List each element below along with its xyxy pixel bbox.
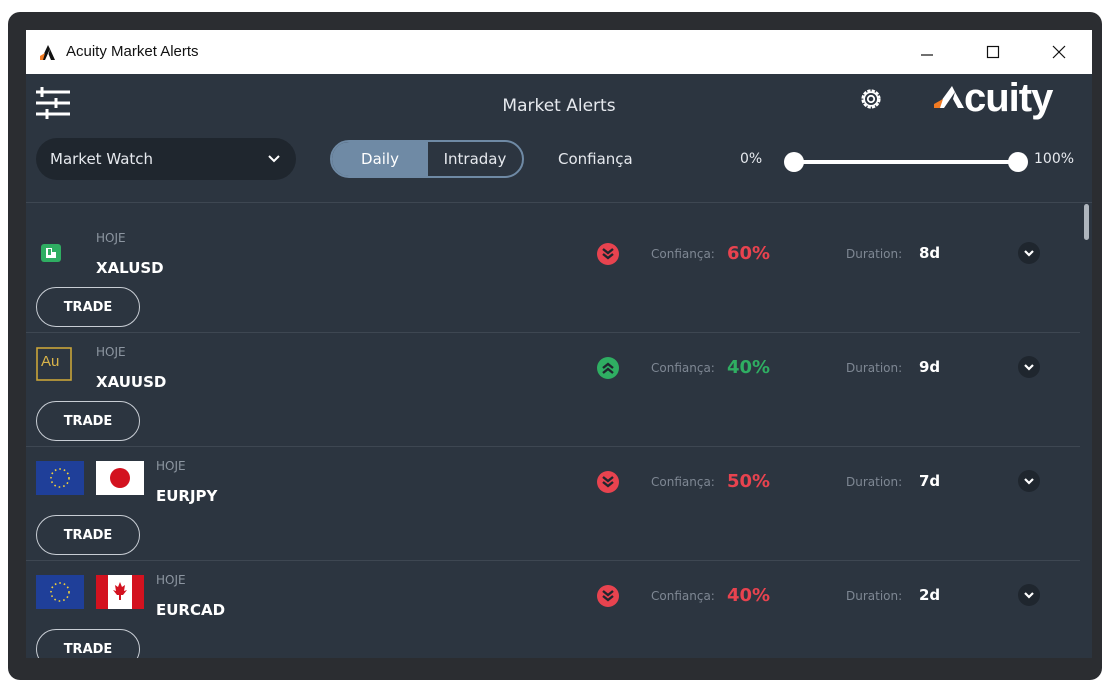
chevron-down-icon[interactable] [1018, 356, 1040, 378]
aluminium-icon [41, 244, 61, 262]
gear-icon[interactable] [858, 86, 884, 112]
alert-day: HOJE [156, 573, 186, 587]
duration-label: Duration: [846, 247, 903, 261]
maximize-button[interactable] [970, 30, 1016, 74]
duration-label: Duration: [846, 361, 903, 375]
alert-day: HOJE [96, 231, 126, 245]
chevron-down-icon [268, 155, 280, 163]
brand-wordmark: cuity [964, 76, 1053, 120]
bearish-icon [597, 585, 619, 607]
confidence-filter-label: Confiança [558, 150, 633, 168]
period-toggle: Daily Intraday [330, 140, 524, 178]
trade-button[interactable]: TRADE [36, 629, 140, 658]
bullish-icon [597, 357, 619, 379]
alert-row: HOJE EURCAD TRADE Confiança: 40% Duratio… [26, 561, 1080, 658]
tab-intraday[interactable]: Intraday [428, 142, 522, 176]
range-min-label: 0% [740, 151, 763, 167]
alert-day: HOJE [96, 345, 126, 359]
duration-value: 8d [919, 244, 941, 262]
confidence-value: 60% [727, 243, 771, 264]
alert-symbol: EURJPY [156, 487, 218, 505]
list-divider [26, 202, 1092, 203]
window-title: Acuity Market Alerts [66, 43, 199, 60]
alert-row: HOJE XALUSD TRADE Confiança: 60% Duratio… [26, 219, 1080, 333]
close-button[interactable] [1036, 30, 1082, 74]
title-bar: Acuity Market Alerts [26, 30, 1092, 74]
bearish-icon [597, 243, 619, 265]
duration-value: 7d [919, 472, 941, 490]
chevron-down-icon[interactable] [1018, 584, 1040, 606]
alert-day: HOJE [156, 459, 186, 473]
tab-daily[interactable]: Daily [332, 142, 428, 176]
confidence-label: Confiança: [651, 589, 715, 603]
ca-flag-icon [96, 575, 144, 609]
confidence-slider-track[interactable] [794, 160, 1018, 164]
eu-flag-icon [36, 461, 84, 495]
confidence-value: 40% [727, 585, 771, 606]
list-scrollbar[interactable] [1084, 204, 1089, 240]
trade-button[interactable]: TRADE [36, 515, 140, 555]
alert-row: HOJE EURJPY TRADE Confiança: 50% Duratio… [26, 447, 1080, 561]
alert-symbol: XALUSD [96, 259, 164, 277]
bearish-icon [597, 471, 619, 493]
maximize-icon [986, 45, 1000, 59]
alert-symbol: EURCAD [156, 601, 226, 619]
chevron-down-icon[interactable] [1018, 470, 1040, 492]
acuity-logo: cuity [934, 74, 1064, 124]
confidence-label: Confiança: [651, 247, 715, 261]
duration-label: Duration: [846, 475, 903, 489]
watchlist-selected: Market Watch [50, 150, 154, 168]
slider-max-handle[interactable] [1008, 152, 1028, 172]
close-icon [1052, 45, 1066, 59]
confidence-value: 40% [727, 357, 771, 378]
alert-symbol: XAUUSD [96, 373, 167, 391]
eu-flag-icon [36, 575, 84, 609]
duration-label: Duration: [846, 589, 903, 603]
watchlist-select[interactable]: Market Watch [36, 138, 296, 180]
app-window: Acuity Market Alerts Market Alerts cuity [26, 30, 1092, 658]
confidence-label: Confiança: [651, 361, 715, 375]
chevron-down-icon[interactable] [1018, 242, 1040, 264]
range-max-label: 100% [1034, 151, 1075, 167]
minimize-button[interactable] [904, 30, 950, 74]
duration-value: 9d [919, 358, 941, 376]
trade-button[interactable]: TRADE [36, 287, 140, 327]
jp-flag-icon [96, 461, 144, 495]
confidence-label: Confiança: [651, 475, 715, 489]
alert-row: Au HOJE XAUUSD TRADE Confiança: 40% Dura… [26, 333, 1080, 447]
minimize-icon [921, 54, 933, 56]
trade-button[interactable]: TRADE [36, 401, 140, 441]
slider-min-handle[interactable] [784, 152, 804, 172]
confidence-value: 50% [727, 471, 771, 492]
acuity-app-icon [40, 45, 55, 60]
duration-value: 2d [919, 586, 941, 604]
gold-icon-text: Au [41, 353, 60, 370]
page-title: Market Alerts [502, 96, 616, 116]
